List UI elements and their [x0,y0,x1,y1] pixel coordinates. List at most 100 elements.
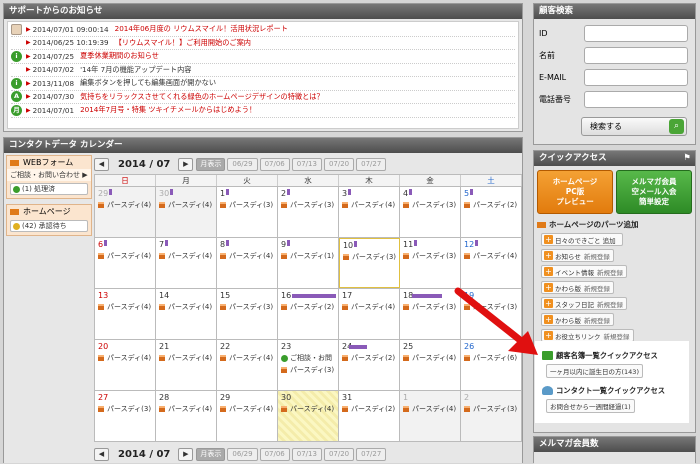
calendar-day-cell[interactable]: 2 パースディ(3) [278,187,339,237]
calendar-day-cell[interactable]: 27 パースディ(3) [95,391,156,441]
announcement-text[interactable]: '14年 7月の機能アップデート内容 [80,65,191,75]
prev-month-button[interactable]: ◀ [94,157,109,171]
add-part-button[interactable]: + お知らせ 新規登録 [541,249,614,262]
birthday-event[interactable]: パースディ(4) [220,404,274,414]
birthday-event[interactable]: パースディ(4) [98,200,152,210]
id-input[interactable] [584,25,688,42]
birthday-event[interactable]: パースディ(3) [98,404,152,414]
calendar-day-cell[interactable]: 6 パースディ(4) [95,238,156,288]
announcement-row[interactable]: ▶ 2014/07/02 '14年 7月の機能アップデート内容 [11,64,515,77]
name-input[interactable] [584,47,688,64]
calendar-day-cell[interactable]: 23 ご相談・お問 パースディ(3) [278,340,339,390]
calendar-day-cell[interactable]: 21 パースディ(4) [156,340,217,390]
calendar-day-cell[interactable]: 11 パースディ(3) [400,238,461,288]
mail-signup-button[interactable]: メルマガ会員 空メール入会 簡単設定 [616,170,692,214]
week-button-3[interactable]: 07/13 [291,157,322,171]
inquiry-event[interactable]: ご相談・お問 [281,353,335,363]
contact-week-link[interactable]: お問合せから一週間経過(1) [546,399,635,413]
add-part-button[interactable]: + かわら版 新規登録 [541,281,614,294]
birthday-event[interactable]: パースディ(4) [98,353,152,363]
birthday-event[interactable]: パースディ(2) [342,404,396,414]
next-month-button-bottom[interactable]: ▶ [178,447,194,461]
birthday-event[interactable]: パースディ(4) [281,404,335,414]
announcement-text[interactable]: 2014年7月号・特集 ツキイチメールからはじめよう！ [80,105,256,115]
calendar-day-cell[interactable]: 31 パースディ(2) [339,391,400,441]
birthday-event[interactable]: パースディ(4) [342,302,396,312]
calendar-day-cell[interactable]: 30 パースディ(4) [156,187,217,237]
week-button-2[interactable]: 07/06 [259,157,290,171]
birthday-event[interactable]: パースディ(4) [220,353,274,363]
calendar-day-cell[interactable]: 3 パースディ(4) [339,187,400,237]
calendar-day-cell[interactable]: 4 パースディ(3) [400,187,461,237]
birthday-event[interactable]: パースディ(3) [281,365,335,375]
pc-preview-button[interactable]: ホームページ PC版 プレビュー [537,170,613,214]
announcement-row[interactable]: A ▶ 2014/07/30 気持ちをリラックスさせてくれる緑色のホームページデザイン… [11,91,515,104]
announcement-text[interactable]: 編集ボタンを押しても編集画面が開かない [80,78,216,88]
birthday-event[interactable]: パースディ(4) [403,404,457,414]
schedule-bar[interactable] [412,294,442,298]
calendar-day-cell[interactable]: 7 パースディ(4) [155,238,217,288]
announcement-text[interactable]: 2014年06月度の リウムスマイル！活用状況レポート [115,24,288,34]
week-button-bottom-4[interactable]: 07/20 [323,447,355,461]
announcement-text[interactable]: 【リウムスマイル！】ご利用開始のご案内 [115,38,251,48]
week-button-4[interactable]: 07/20 [323,157,355,171]
birthday-event[interactable]: パースディ(2) [281,302,335,312]
birthday-event[interactable]: パースディ(4) [464,251,518,261]
schedule-bar[interactable] [349,345,367,349]
birthday-event[interactable]: パースディ(4) [342,200,396,210]
announcement-row[interactable]: i ▶ 2013/11/08 編集ボタンを押しても編集画面が開かない [11,77,515,91]
web-form-count[interactable]: (1) 処理済 [10,183,88,195]
calendar-day-cell[interactable]: 2 パースディ(3) [461,391,522,441]
birthday-event[interactable]: パースディ(4) [159,200,213,210]
birthday-event[interactable]: パースディ(4) [219,251,274,261]
calendar-day-cell[interactable]: 28 パースディ(4) [156,391,217,441]
next-month-button[interactable]: ▶ [178,157,194,171]
calendar-day-cell[interactable]: 5 パースディ(2) [461,187,522,237]
email-input[interactable] [584,69,688,86]
birthday-event[interactable]: パースディ(3) [403,200,457,210]
calendar-day-cell[interactable]: 13 パースディ(4) [95,289,156,339]
birthday-event[interactable]: パースディ(4) [403,353,457,363]
announcement-row[interactable]: 月 ▶ 2014/07/01 2014年7月号・特集 ツキイチメールからはじめよう！ [11,104,515,118]
birthday-event[interactable]: パースディ(3) [403,302,457,312]
search-button[interactable]: 検索する ⌕ [581,117,687,136]
month-view-button[interactable]: 月表示 [196,157,226,171]
calendar-day-cell[interactable]: 1 パースディ(4) [400,391,461,441]
add-part-button[interactable]: + スタッフ日記 新規登録 [541,297,627,310]
add-part-button[interactable]: + かわら版 新規登録 [541,313,614,326]
announcement-row[interactable]: ▶ 2014/07/01 09:00:14 2014年06月度の リウムスマイル！活… [11,23,515,37]
month-view-button-bottom[interactable]: 月表示 [196,447,226,461]
announcement-text[interactable]: 気持ちをリラックスさせてくれる緑色のホームページデザインの特徴とは？ [80,92,324,102]
add-part-button[interactable]: + イベント情報 新規登録 [541,265,627,278]
calendar-day-cell[interactable]: 15 パースディ(3) [217,289,278,339]
week-button-bottom-2[interactable]: 07/06 [259,447,290,461]
week-button-bottom-3[interactable]: 07/13 [291,447,322,461]
calendar-day-cell[interactable]: 16 パースディ(2) [278,289,339,339]
add-part-button[interactable]: + 日々のできごと 追加 [541,233,623,246]
calendar-day-cell[interactable]: 9 パースディ(1) [277,238,339,288]
birthday-event[interactable]: パースディ(4) [98,251,152,261]
calendar-day-cell[interactable]: 12 パースディ(4) [461,238,522,288]
calendar-day-cell[interactable]: 22 パースディ(4) [217,340,278,390]
birthday-event[interactable]: パースディ(3) [281,200,335,210]
week-button-bottom-1[interactable]: 06/29 [227,447,258,461]
birthday-event[interactable]: パースディ(3) [220,302,274,312]
calendar-day-cell[interactable]: 10 パースディ(3) [338,238,401,288]
birthday-event[interactable]: パースディ(4) [159,353,213,363]
birthday-event[interactable]: パースディ(4) [98,302,152,312]
schedule-bar[interactable] [292,294,336,298]
calendar-day-cell[interactable]: 24 パースディ(2) [339,340,400,390]
prev-month-button-bottom[interactable]: ◀ [94,447,109,461]
birthday-event[interactable]: パースディ(3) [342,252,396,262]
birthday-event[interactable]: パースディ(3) [464,404,518,414]
birthday-event[interactable]: パースディ(4) [159,404,213,414]
birthday-event[interactable]: パースディ(3) [220,200,274,210]
calendar-day-cell[interactable]: 29 パースディ(4) [217,391,278,441]
announcement-text[interactable]: 夏季休業期間のお知らせ [80,51,159,61]
contact-list-heading[interactable]: コンタクト一覧クイックアクセス [542,384,689,397]
calendar-day-cell[interactable]: 14 パースディ(4) [156,289,217,339]
birthday-event[interactable]: パースディ(4) [158,251,213,261]
calendar-day-cell[interactable]: 29 パースディ(4) [95,187,156,237]
birthday-event[interactable]: パースディ(2) [342,353,396,363]
announcement-row[interactable]: ▶ 2014/06/25 10:19:39 【リウムスマイル！】ご利用開始のご案内 [11,37,515,50]
